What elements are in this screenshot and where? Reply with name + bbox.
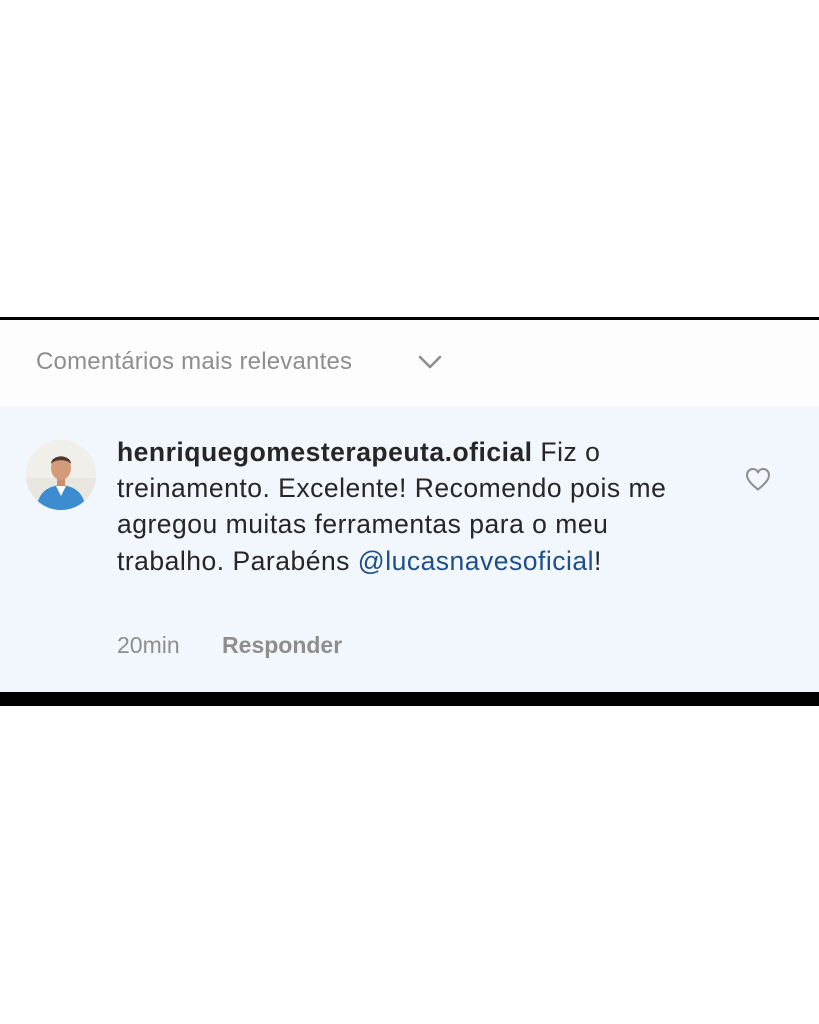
mention-link[interactable]: @lucasnavesoficial (358, 546, 594, 576)
reply-button[interactable]: Responder (222, 632, 342, 659)
comment: henriquegomesterapeuta.oficial Fiz o tre… (0, 406, 819, 692)
comment-username[interactable]: henriquegomesterapeuta.oficial (117, 437, 533, 467)
comment-body-end: ! (594, 545, 602, 576)
comment-text: henriquegomesterapeuta.oficial Fiz o tre… (117, 434, 717, 579)
bottom-divider (0, 692, 819, 706)
comment-timestamp: 20min (117, 632, 180, 658)
sort-label: Comentários mais relevantes (36, 348, 353, 375)
comments-screen: Comentários mais relevantes henriquegome… (0, 0, 819, 1024)
heart-icon[interactable] (744, 466, 772, 492)
chevron-down-icon[interactable] (416, 350, 444, 374)
comment-meta: 20min Responder (117, 632, 342, 659)
avatar[interactable] (26, 440, 96, 510)
comment-sort-selector[interactable]: Comentários mais relevantes (0, 320, 819, 406)
